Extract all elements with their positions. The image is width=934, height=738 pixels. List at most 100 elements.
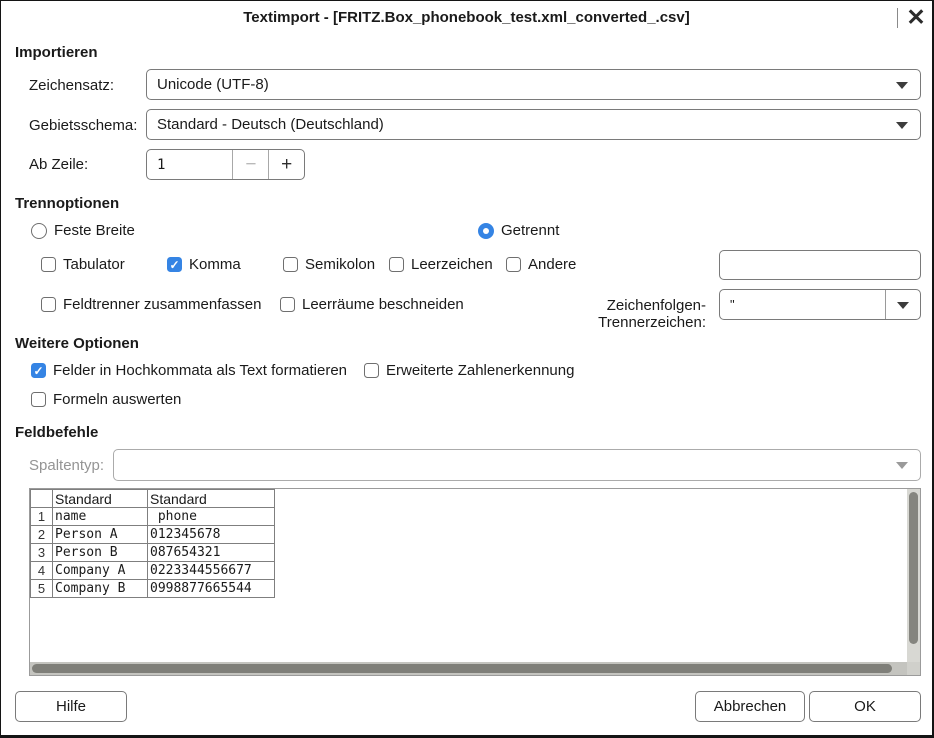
checkbox-label: Andere bbox=[528, 256, 576, 273]
table-cell: Person B bbox=[53, 544, 148, 562]
checkbox-formeln-auswerten[interactable]: Formeln auswerten bbox=[31, 391, 181, 408]
preview-table-body: 1name phone2Person A0123456783Person B08… bbox=[31, 508, 275, 598]
string-delimiter-label: Zeichenfolgen-Trennerzeichen: bbox=[499, 297, 706, 331]
from-row-input[interactable]: 1 bbox=[147, 150, 232, 179]
plus-icon[interactable]: + bbox=[268, 150, 304, 179]
table-row: 1name phone bbox=[31, 508, 275, 526]
ok-button[interactable]: OK bbox=[809, 691, 921, 722]
string-delimiter-value: " bbox=[720, 297, 885, 312]
table-cell: Company A bbox=[53, 562, 148, 580]
table-cell: Person A bbox=[53, 526, 148, 544]
section-weitere-optionen: Weitere Optionen bbox=[15, 335, 139, 352]
table-cell: 012345678 bbox=[148, 526, 275, 544]
table-cell: name bbox=[53, 508, 148, 526]
checkbox-feldtrenner-zusammenfassen[interactable]: Feldtrenner zusammenfassen bbox=[41, 296, 261, 313]
checkbox-komma[interactable]: Komma bbox=[167, 256, 241, 273]
preview-area[interactable]: Standard Standard 1name phone2Person A01… bbox=[29, 488, 921, 676]
horizontal-scrollbar[interactable] bbox=[30, 662, 909, 675]
section-importieren: Importieren bbox=[15, 44, 98, 61]
checkbox-icon bbox=[41, 257, 56, 272]
checkbox-label: Semikolon bbox=[305, 256, 375, 273]
checkbox-icon bbox=[31, 363, 46, 378]
close-icon[interactable]: ✕ bbox=[902, 3, 930, 31]
charset-value: Unicode (UTF-8) bbox=[157, 76, 269, 93]
checkbox-label: Leerzeichen bbox=[411, 256, 493, 273]
checkbox-label: Feldtrenner zusammenfassen bbox=[63, 296, 261, 313]
checkbox-icon bbox=[31, 392, 46, 407]
table-cell: 087654321 bbox=[148, 544, 275, 562]
checkbox-label: Formeln auswerten bbox=[53, 391, 181, 408]
checkbox-label: Leerräume beschneiden bbox=[302, 296, 464, 313]
checkbox-leerraeume-beschneiden[interactable]: Leerräume beschneiden bbox=[280, 296, 464, 313]
help-button[interactable]: Hilfe bbox=[15, 691, 127, 722]
checkbox-label: Tabulator bbox=[63, 256, 125, 273]
row-number-header bbox=[31, 490, 53, 508]
radio-label: Getrennt bbox=[501, 222, 559, 239]
radio-feste-breite[interactable]: Feste Breite bbox=[31, 222, 135, 239]
table-row: 5Company B0998877665544 bbox=[31, 580, 275, 598]
string-delimiter-combobox[interactable]: " bbox=[719, 289, 921, 320]
locale-dropdown[interactable]: Standard - Deutsch (Deutschland) bbox=[146, 109, 921, 140]
column-header[interactable]: Standard bbox=[53, 490, 148, 508]
checkbox-semikolon[interactable]: Semikolon bbox=[283, 256, 375, 273]
row-number: 1 bbox=[31, 508, 53, 526]
charset-dropdown[interactable]: Unicode (UTF-8) bbox=[146, 69, 921, 100]
checkbox-icon bbox=[41, 297, 56, 312]
table-cell: 0998877665544 bbox=[148, 580, 275, 598]
scrollbar-corner bbox=[907, 662, 920, 675]
chevron-down-icon bbox=[897, 302, 909, 309]
column-type-dropdown[interactable] bbox=[113, 449, 921, 481]
preview-table: Standard Standard 1name phone2Person A01… bbox=[30, 489, 275, 598]
chevron-down-icon bbox=[896, 82, 908, 89]
checkbox-label: Komma bbox=[189, 256, 241, 273]
chevron-down-icon bbox=[896, 122, 908, 129]
section-trennoptionen: Trennoptionen bbox=[15, 195, 119, 212]
radio-getrennt[interactable]: Getrennt bbox=[478, 222, 559, 239]
row-number: 5 bbox=[31, 580, 53, 598]
table-row: 2Person A012345678 bbox=[31, 526, 275, 544]
column-header[interactable]: Standard bbox=[148, 490, 275, 508]
table-cell: Company B bbox=[53, 580, 148, 598]
radio-icon bbox=[31, 223, 47, 239]
row-number: 4 bbox=[31, 562, 53, 580]
checkbox-andere[interactable]: Andere bbox=[506, 256, 576, 273]
table-row: 4Company A0223344556677 bbox=[31, 562, 275, 580]
checkbox-label: Erweiterte Zahlenerkennung bbox=[386, 362, 574, 379]
table-header-row: Standard Standard bbox=[31, 490, 275, 508]
table-row: 3Person B087654321 bbox=[31, 544, 275, 562]
chevron-down-icon bbox=[896, 462, 908, 469]
table-cell: 0223344556677 bbox=[148, 562, 275, 580]
checkbox-hochkommata-als-text[interactable]: Felder in Hochkommata als Text formatier… bbox=[31, 362, 347, 379]
column-type-label: Spaltentyp: bbox=[29, 457, 104, 474]
other-separator-input[interactable] bbox=[719, 250, 921, 280]
vertical-scrollbar-thumb[interactable] bbox=[909, 492, 918, 644]
checkbox-erweiterte-zahlenerkennung[interactable]: Erweiterte Zahlenerkennung bbox=[364, 362, 574, 379]
from-row-stepper: 1 − + bbox=[146, 149, 305, 180]
charset-label: Zeichensatz: bbox=[29, 77, 114, 94]
minus-icon[interactable]: − bbox=[232, 150, 268, 179]
checkbox-label: Felder in Hochkommata als Text formatier… bbox=[53, 362, 347, 379]
checkbox-icon bbox=[506, 257, 521, 272]
combobox-dropdown-button[interactable] bbox=[885, 290, 920, 319]
horizontal-scrollbar-thumb[interactable] bbox=[32, 664, 892, 673]
row-number: 2 bbox=[31, 526, 53, 544]
checkbox-icon bbox=[283, 257, 298, 272]
from-row-label: Ab Zeile: bbox=[29, 156, 88, 173]
locale-value: Standard - Deutsch (Deutschland) bbox=[157, 116, 384, 133]
table-cell: phone bbox=[148, 508, 275, 526]
locale-label: Gebietsschema: bbox=[29, 117, 137, 134]
checkbox-leerzeichen[interactable]: Leerzeichen bbox=[389, 256, 493, 273]
radio-label: Feste Breite bbox=[54, 222, 135, 239]
vertical-scrollbar[interactable] bbox=[907, 489, 920, 662]
section-feldbefehle: Feldbefehle bbox=[15, 424, 98, 441]
textimport-dialog: Textimport - [FRITZ.Box_phonebook_test.x… bbox=[0, 0, 934, 738]
row-number: 3 bbox=[31, 544, 53, 562]
dialog-title: Textimport - [FRITZ.Box_phonebook_test.x… bbox=[1, 9, 932, 26]
checkbox-tabulator[interactable]: Tabulator bbox=[41, 256, 125, 273]
radio-icon bbox=[478, 223, 494, 239]
checkbox-icon bbox=[389, 257, 404, 272]
titlebar-divider bbox=[897, 8, 898, 28]
cancel-button[interactable]: Abbrechen bbox=[695, 691, 805, 722]
checkbox-icon bbox=[167, 257, 182, 272]
checkbox-icon bbox=[280, 297, 295, 312]
